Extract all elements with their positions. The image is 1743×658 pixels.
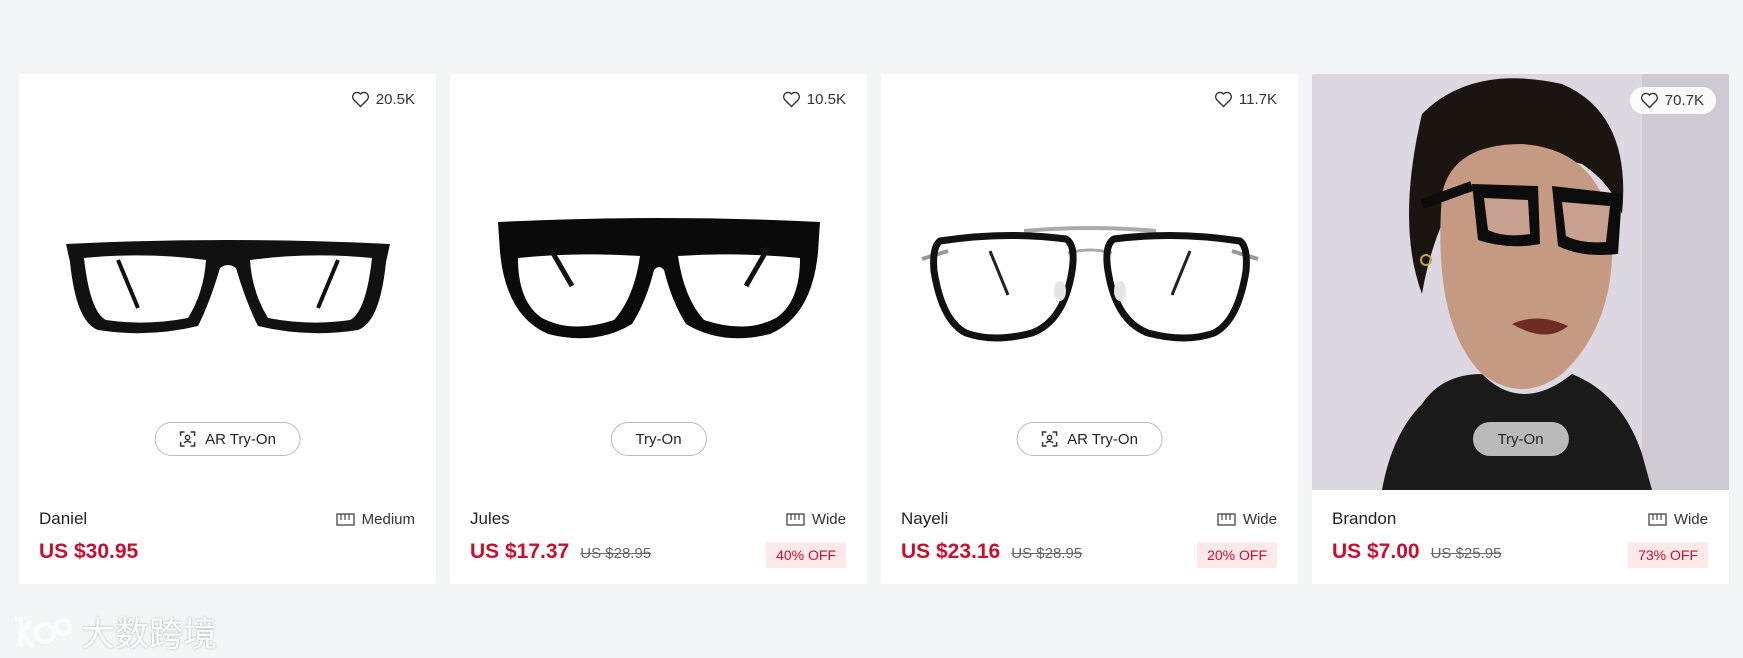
like-counter[interactable]: 10.5K	[782, 91, 846, 108]
fit-size: Wide	[1217, 511, 1277, 528]
like-counter[interactable]: 70.7K	[1629, 87, 1716, 114]
product-card[interactable]: 11.7K AR Try-On Nayeli Wide US $23.16 US…	[881, 74, 1298, 584]
heart-icon	[1214, 91, 1232, 108]
original-price: US $28.95	[1011, 545, 1083, 562]
fit-size: Wide	[1648, 511, 1708, 528]
price-row: US $23.16 US $28.95	[901, 540, 1082, 564]
original-price: US $25.95	[1430, 545, 1502, 562]
product-card[interactable]: 20.5K AR Try-On Daniel Medium US $30.95	[19, 74, 436, 584]
fit-label: Wide	[1673, 511, 1708, 528]
sale-price: US $17.37	[470, 540, 570, 563]
ruler-icon	[786, 513, 805, 526]
ar-tryon-button[interactable]: AR Try-On	[154, 422, 301, 456]
product-card[interactable]: 10.5K Try-On Jules Wide US $17.37 US $28…	[450, 74, 867, 584]
tryon-button[interactable]: Try-On	[1472, 422, 1569, 456]
product-name[interactable]: Jules	[470, 509, 510, 529]
like-count: 10.5K	[806, 91, 846, 108]
flat-top-glasses-image	[497, 218, 820, 339]
tryon-button[interactable]: Try-On	[610, 422, 707, 456]
price-row: US $30.95	[39, 540, 138, 564]
price-row: US $7.00 US $25.95	[1332, 540, 1501, 564]
like-counter[interactable]: 11.7K	[1214, 91, 1277, 108]
original-price: US $28.95	[580, 545, 652, 562]
ar-scan-icon	[1041, 431, 1057, 447]
ar-tryon-button[interactable]: AR Try-On	[1016, 422, 1163, 456]
price-row: US $17.37 US $28.95	[470, 540, 651, 564]
fit-label: Wide	[1242, 511, 1277, 528]
discount-badge: 20% OFF	[1197, 542, 1277, 568]
sale-price: US $30.95	[39, 540, 139, 563]
heart-icon	[1640, 92, 1658, 109]
like-count: 20.5K	[375, 91, 415, 108]
sale-price: US $23.16	[901, 540, 1001, 563]
heart-icon	[782, 91, 800, 108]
ar-scan-icon	[179, 431, 195, 447]
fit-size: Medium	[335, 511, 415, 528]
tryon-label: Try-On	[635, 430, 682, 448]
heart-icon	[351, 91, 369, 108]
ruler-icon	[1217, 513, 1236, 526]
tryon-label: Try-On	[1497, 430, 1544, 448]
sale-price: US $7.00	[1332, 540, 1420, 563]
watermark-text: 大数跨境	[81, 616, 217, 654]
tryon-label: AR Try-On	[205, 430, 276, 448]
product-name[interactable]: Daniel	[39, 509, 87, 529]
discount-badge: 73% OFF	[1628, 542, 1708, 568]
watermark: 大数跨境	[11, 607, 217, 656]
watermark-logo	[15, 616, 72, 648]
aviator-glasses-image	[920, 226, 1259, 342]
like-counter[interactable]: 20.5K	[351, 91, 415, 108]
tryon-label: AR Try-On	[1067, 430, 1138, 448]
like-count: 70.7K	[1664, 92, 1704, 109]
ruler-icon	[335, 513, 355, 526]
fit-size: Wide	[786, 511, 846, 528]
rectangle-glasses-image	[65, 240, 390, 334]
product-name[interactable]: Nayeli	[901, 509, 948, 529]
product-name[interactable]: Brandon	[1332, 509, 1396, 529]
product-card[interactable]: 70.7K Try-On Brandon Wide US $7.00 US $2…	[1312, 74, 1729, 584]
fit-label: Medium	[361, 511, 415, 528]
fit-label: Wide	[811, 511, 846, 528]
discount-badge: 40% OFF	[766, 542, 846, 568]
product-grid: 20.5K AR Try-On Daniel Medium US $30.95	[19, 74, 1729, 584]
like-count: 11.7K	[1238, 91, 1277, 108]
ruler-icon	[1648, 513, 1667, 526]
